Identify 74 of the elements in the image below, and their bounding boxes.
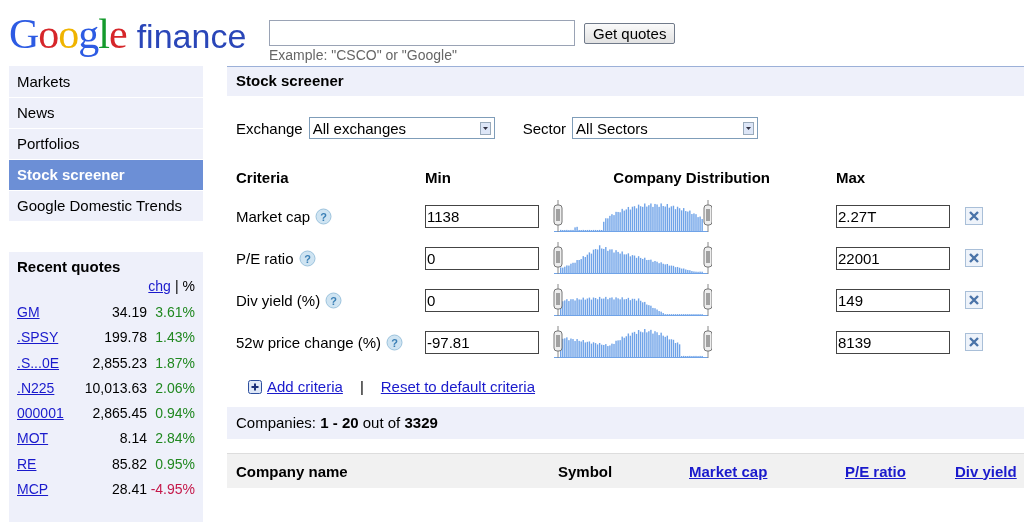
criteria-label: Div yield (%) [236,291,321,309]
search-field[interactable] [269,20,575,46]
filter-label: Exchange [236,119,303,137]
distribution-histogram-drawing[interactable] [550,199,712,233]
min-field[interactable]: 1138 [425,204,539,228]
sortable-column-header[interactable]: P/E ratio [845,462,955,480]
max-field[interactable]: 22001 [836,246,950,270]
quote-price: 10,013.63 [83,379,147,398]
column-header: Company name [236,462,349,480]
sortable-column-header[interactable]: Market cap [689,462,845,480]
quote-symbol-link[interactable]: GM [17,304,83,330]
quote-change: 2.84% [154,430,195,449]
quote-symbol-link[interactable]: .S...0E [17,354,83,380]
chg-link[interactable]: chg [148,278,171,294]
nav-item[interactable]: News [9,98,203,129]
quote-change: 2.06% [154,379,195,398]
quote-price: 2,855.23 [91,354,147,373]
quote-price: 8.14 [118,430,147,449]
quote-price: 2,865.45 [91,405,147,424]
plus-icon[interactable] [248,379,262,394]
get-quotes-button[interactable]: Get quotes [584,22,676,44]
quote-price: 85.82 [110,455,147,474]
quote-change: 3.61% [154,304,195,322]
quote-symbol-link[interactable]: RE [17,455,83,482]
filter-dropdown[interactable]: All Sectors [572,117,759,139]
remove-icon[interactable] [965,207,983,225]
results-summary: Companies: 1 - 20 out of 3329 [236,414,438,431]
recent-quotes-title: Recent quotes [17,258,122,275]
quote-symbol-link[interactable]: 000001 [17,405,83,431]
criteria-label: P/E ratio [236,249,294,267]
section-title: Stock screener [236,72,344,89]
max-field[interactable]: 2.27T [836,204,950,228]
remove-icon[interactable] [965,249,983,267]
distribution-histogram-drawing[interactable] [550,283,712,317]
quote-symbol-link[interactable]: .N225 [17,379,83,406]
nav-item[interactable]: Markets [9,67,203,98]
quote-change: 0.95% [154,455,195,474]
column-header: Min [425,169,452,186]
distribution-histogram-drawing[interactable] [550,241,712,275]
separator: | [359,378,364,395]
quote-symbol-link[interactable]: MCP [17,481,83,507]
quote-price: 34.19 [110,304,147,322]
search-hint: Example: "CSCO" or "Google" [269,47,458,63]
remove-icon[interactable] [965,291,983,309]
min-field[interactable]: 0 [425,246,539,270]
max-field[interactable]: 8139 [836,330,950,354]
remove-icon[interactable] [965,333,983,351]
separator: | [174,278,179,294]
column-header: Max [836,169,867,186]
nav-item[interactable]: Google Domestic Trends [9,191,203,222]
quote-symbol-link[interactable]: .SPSY [17,329,83,355]
quote-change: 1.43% [154,329,195,348]
min-field[interactable]: 0 [425,288,539,312]
column-header: Symbol [558,462,614,480]
quote-price: 28.41 [110,481,147,500]
criteria-label: Market cap [236,207,311,225]
quote-change: 0.94% [154,405,195,424]
add-criteria-link[interactable]: Add criteria [267,378,343,395]
google-finance-logo[interactable]: Google finance [9,10,261,58]
column-header: Criteria [236,169,290,186]
distribution-histogram-drawing[interactable] [550,325,712,359]
percent-toggle[interactable]: % [182,278,195,294]
max-field[interactable]: 149 [836,288,950,312]
quote-change: 1.87% [154,354,195,373]
filter-dropdown[interactable]: All exchanges [308,117,495,139]
quote-price: 199.78 [103,329,147,348]
min-field[interactable]: -97.81 [425,330,539,354]
reset-criteria-link[interactable]: Reset to default criteria [380,378,536,395]
filter-label: Sector [522,119,567,137]
criteria-label: 52w price change (%) [236,333,382,351]
column-header: Company Distribution [612,169,771,186]
quote-symbol-link[interactable]: MOT [17,430,83,456]
sortable-column-header[interactable]: Div yield [955,462,1017,480]
quote-change: -4.95% [149,481,195,500]
